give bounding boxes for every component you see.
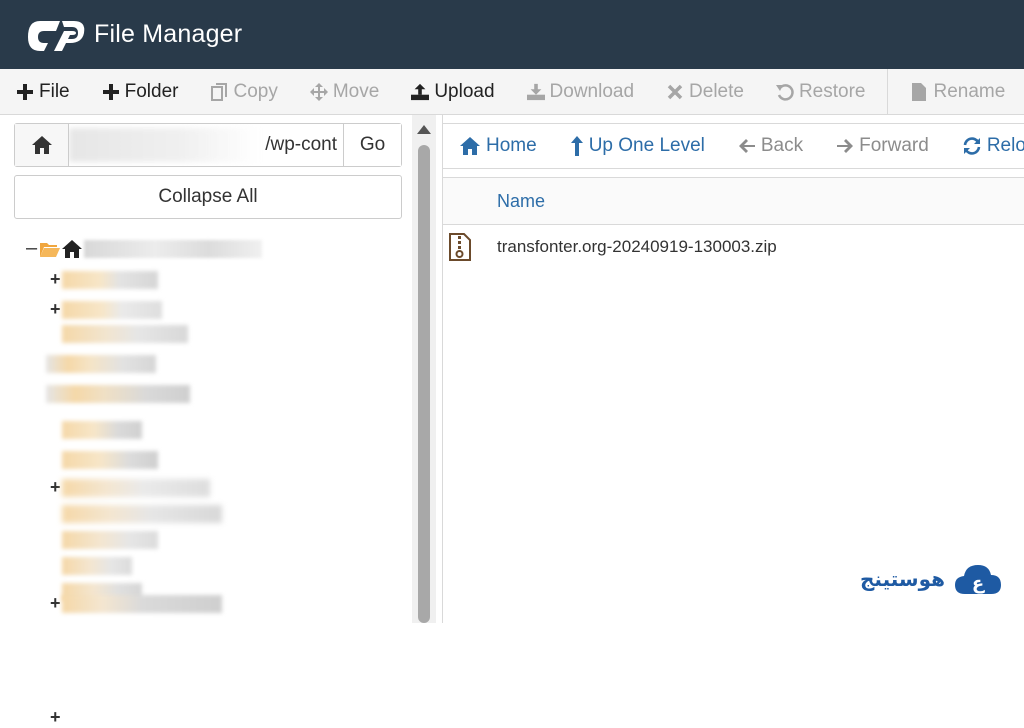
cpanel-logo	[28, 20, 85, 51]
path-bar: /wp-cont Go	[14, 123, 402, 167]
table-row[interactable]: transfonter.org-20240919-130003.zip	[443, 227, 1024, 267]
plus-icon	[102, 83, 120, 101]
directory-panel: /wp-cont Go Collapse All – + + + + +	[0, 115, 412, 727]
home-button[interactable]: Home	[443, 124, 554, 168]
redacted-tree-item[interactable]	[62, 301, 162, 319]
tree-root[interactable]: –	[26, 237, 262, 260]
close-icon	[666, 83, 684, 101]
arrow-left-icon	[738, 139, 755, 153]
file-list-panel: Home Up One Level Back Forward Reloa	[442, 115, 1024, 623]
level-up-icon	[570, 136, 583, 156]
redacted-tree-item[interactable]	[46, 385, 190, 403]
path-value: /wp-cont	[265, 134, 337, 155]
scroll-up-arrow-icon[interactable]	[417, 125, 431, 134]
back-label: Back	[760, 135, 804, 156]
expand-toggle-icon[interactable]: +	[50, 269, 61, 290]
file-name: transfonter.org-20240919-130003.zip	[497, 237, 777, 256]
redacted-tree-item[interactable]	[62, 271, 158, 289]
redacted-tree-item[interactable]	[46, 355, 156, 373]
up-one-level-label: Up One Level	[588, 135, 705, 156]
brand-watermark: هوستينج ع	[860, 560, 1003, 598]
expand-toggle-icon[interactable]: +	[50, 707, 61, 728]
move-button[interactable]: Move	[294, 69, 395, 115]
upload-button[interactable]: Upload	[395, 69, 510, 115]
file-table-header: Name	[443, 177, 1024, 225]
redacted-root-name	[84, 239, 262, 258]
copy-button[interactable]: Copy	[194, 69, 293, 115]
cloud-logo-icon: ع	[954, 565, 1001, 594]
path-input[interactable]: /wp-cont	[69, 124, 343, 166]
redacted-path	[69, 128, 259, 162]
download-button[interactable]: Download	[511, 69, 651, 115]
download-icon	[526, 83, 545, 101]
toolbar-divider	[887, 68, 889, 115]
rename-button[interactable]: Rename	[894, 69, 1021, 115]
upload-label: Upload	[434, 80, 495, 102]
home-icon	[62, 239, 82, 258]
undo-icon	[775, 83, 794, 101]
expand-toggle-icon[interactable]: +	[50, 477, 61, 498]
up-one-level-button[interactable]: Up One Level	[554, 124, 722, 168]
copy-label: Copy	[233, 80, 278, 102]
zip-file-icon	[449, 233, 471, 261]
redacted-tree-item[interactable]	[62, 557, 132, 575]
main-toolbar: File Folder Copy Move Upload Download De…	[0, 68, 1024, 115]
redacted-tree-item[interactable]	[62, 325, 188, 343]
brand-text: هوستينج	[860, 567, 945, 591]
restore-label: Restore	[798, 80, 866, 102]
delete-label: Delete	[689, 80, 744, 102]
redacted-tree-item[interactable]	[62, 479, 210, 497]
arrow-right-icon	[837, 139, 854, 153]
home-icon	[460, 137, 480, 155]
back-button[interactable]: Back	[722, 124, 820, 168]
file-icon	[910, 82, 928, 101]
name-column-header[interactable]: Name	[497, 191, 545, 212]
redacted-tree-item[interactable]	[62, 505, 222, 523]
expand-toggle-icon[interactable]: +	[50, 593, 61, 614]
rename-label: Rename	[933, 80, 1006, 102]
delete-button[interactable]: Delete	[650, 69, 760, 115]
forward-label: Forward	[859, 135, 929, 156]
move-label: Move	[332, 80, 380, 102]
new-folder-label: Folder	[124, 80, 179, 102]
forward-button[interactable]: Forward	[820, 124, 946, 168]
redacted-tree-item[interactable]	[62, 531, 158, 549]
restore-button[interactable]: Restore	[760, 69, 882, 115]
new-folder-button[interactable]: Folder	[86, 69, 195, 115]
directory-tree: – + + + +	[0, 227, 412, 727]
redacted-tree-item[interactable]	[62, 595, 222, 613]
path-home-button[interactable]	[15, 124, 69, 166]
collapse-toggle-icon[interactable]: –	[26, 237, 40, 260]
svg-text:ع: ع	[972, 573, 985, 594]
plus-icon	[16, 83, 34, 101]
home-icon	[31, 136, 52, 154]
copy-icon	[210, 82, 228, 101]
reload-button[interactable]: Reloa	[946, 124, 1024, 168]
collapse-all-button[interactable]: Collapse All	[14, 175, 402, 219]
move-arrows-icon	[309, 82, 328, 101]
expand-toggle-icon[interactable]: +	[50, 299, 61, 320]
redacted-tree-item[interactable]	[62, 451, 158, 469]
navigation-bar: Home Up One Level Back Forward Reloa	[443, 123, 1024, 169]
redacted-tree-item[interactable]	[62, 421, 142, 439]
folder-open-icon	[40, 242, 60, 257]
tree-scrollbar[interactable]	[412, 115, 436, 623]
reload-label: Reloa	[986, 135, 1024, 156]
new-file-label: File	[39, 80, 70, 102]
home-label: Home	[486, 135, 537, 156]
go-button[interactable]: Go	[343, 124, 401, 166]
download-label: Download	[549, 80, 635, 102]
new-file-button[interactable]: File	[0, 69, 86, 115]
app-title: File Manager	[94, 20, 243, 48]
refresh-icon	[963, 137, 981, 155]
upload-icon	[411, 83, 430, 101]
app-header: File Manager	[0, 0, 1024, 69]
scroll-thumb[interactable]	[418, 145, 430, 623]
